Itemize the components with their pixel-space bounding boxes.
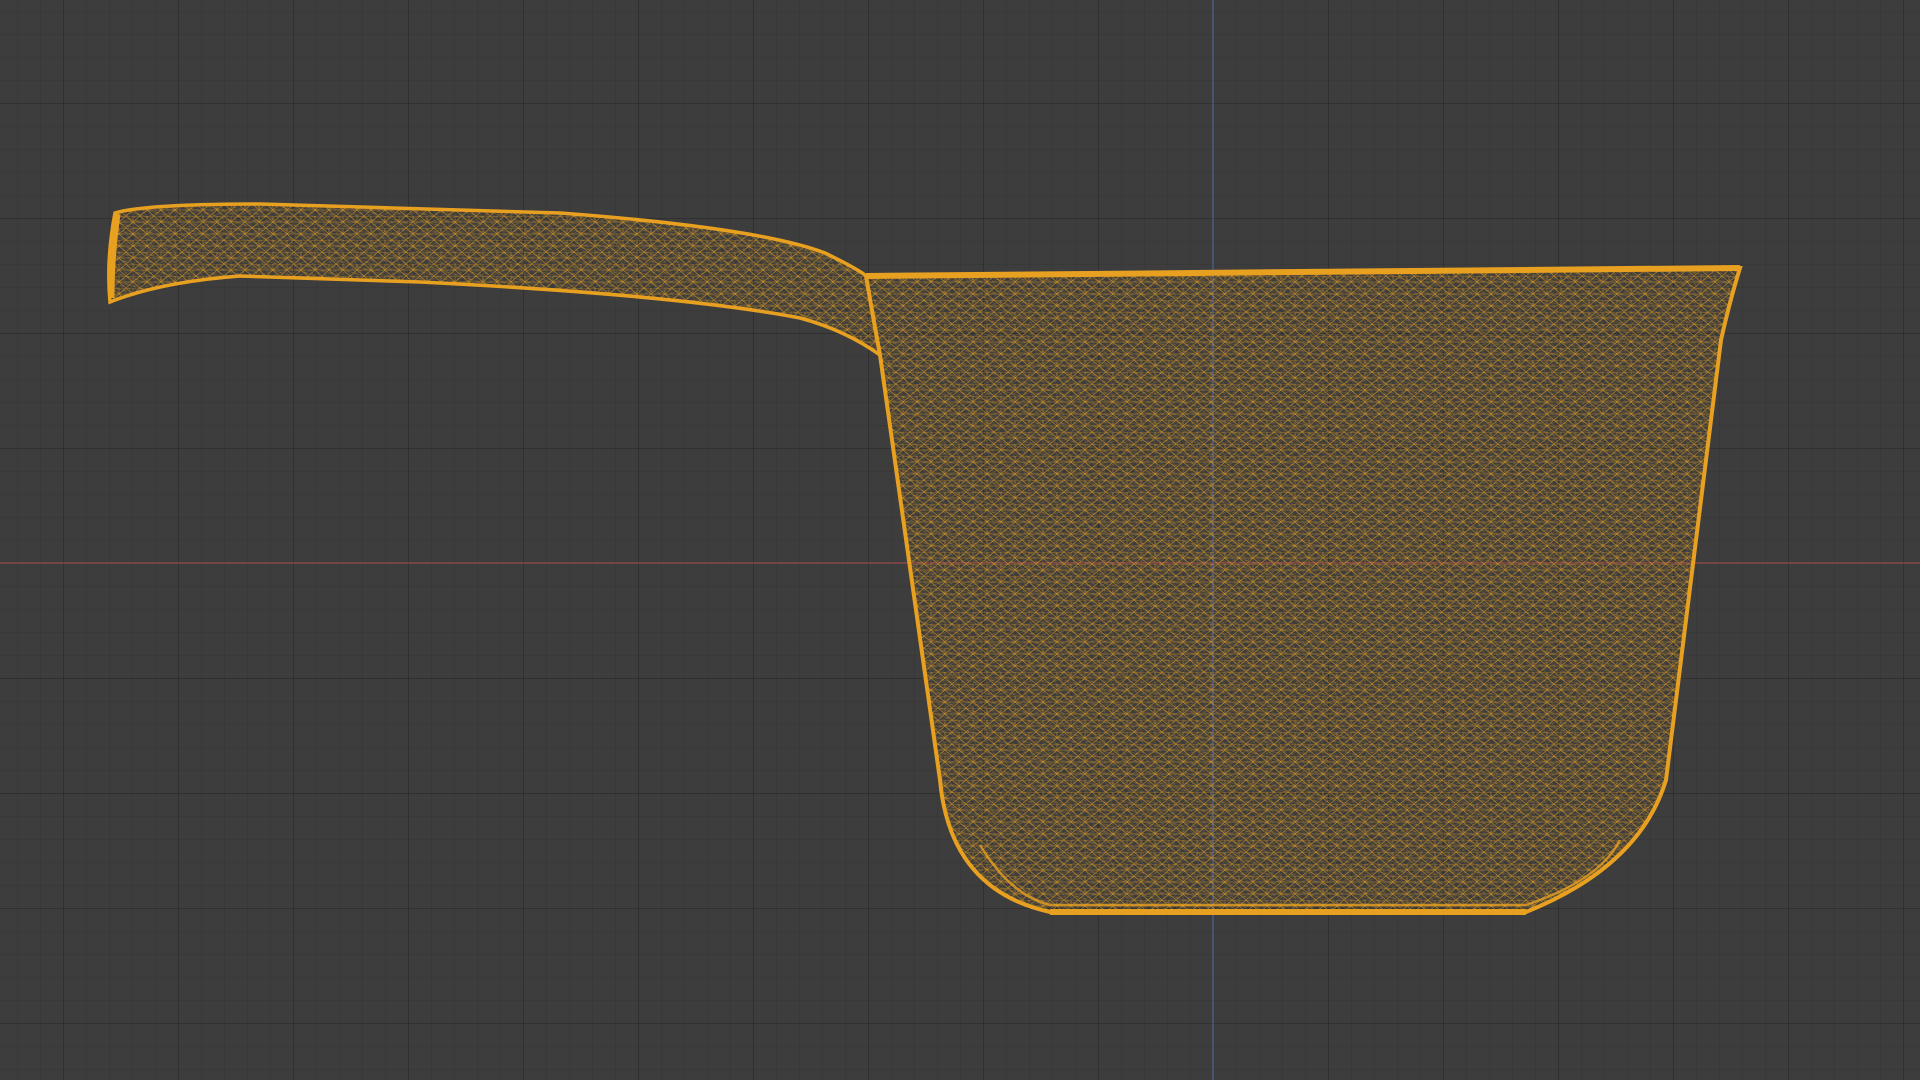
3d-viewport[interactable] [0,0,1920,1080]
saucepan-body-wireframe[interactable] [860,260,1750,920]
viewport-scene[interactable] [0,0,1920,1080]
saucepan-handle-wireframe[interactable] [100,195,890,365]
